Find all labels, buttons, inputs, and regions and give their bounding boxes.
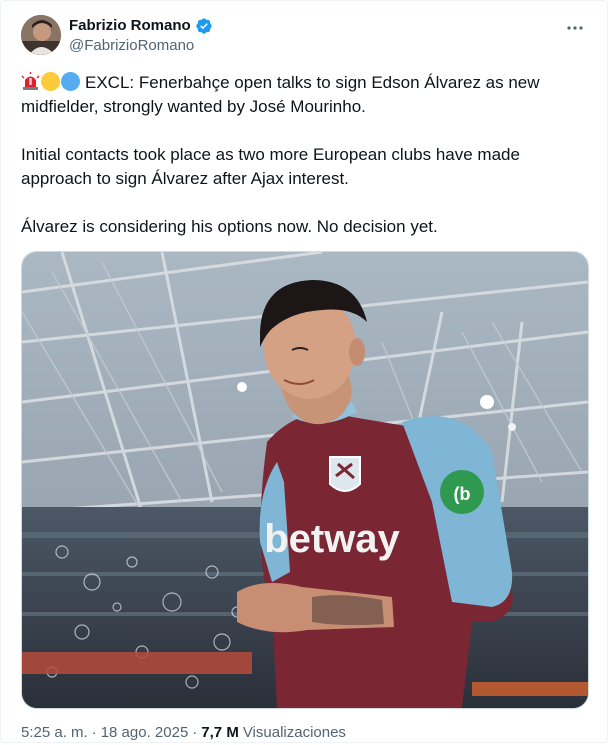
stadium-player-photo: (b betway <box>22 252 588 708</box>
rotating-light-emoji <box>21 72 40 91</box>
tweet-paragraph-3: Álvarez is considering his options now. … <box>21 217 438 236</box>
views-count[interactable]: 7,7 M <box>201 723 239 743</box>
svg-text:(b: (b <box>454 484 471 504</box>
shirt-sponsor-text: betway <box>264 517 400 561</box>
tweet-photo[interactable]: (b betway <box>21 251 589 709</box>
yellow-circle-emoji <box>41 72 60 91</box>
separator: · <box>192 724 198 741</box>
author-name[interactable]: Fabrizio Romano <box>69 16 191 36</box>
tweet-header: Fabrizio Romano @FabrizioRomano <box>21 15 593 59</box>
separator: · <box>91 724 97 741</box>
views-label: Visualizaciones <box>242 724 346 741</box>
tweet-time[interactable]: 5:25 a. m. <box>21 723 88 743</box>
verified-badge-icon <box>195 17 213 35</box>
avatar[interactable] <box>21 15 61 55</box>
tweet-line-1: EXCL: Fenerbahçe open talks to sign Edso… <box>21 73 545 116</box>
tweet-date[interactable]: 18 ago. 2025 <box>101 723 189 743</box>
tweet-text: EXCL: Fenerbahçe open talks to sign Edso… <box>21 71 581 239</box>
more-options-icon[interactable] <box>563 19 587 37</box>
author-info: Fabrizio Romano @FabrizioRomano <box>69 16 213 56</box>
blue-circle-emoji <box>61 72 80 91</box>
tweet-card: Fabrizio Romano @FabrizioRomano EXCL: Fe… <box>0 0 608 743</box>
tweet-paragraph-2: Initial contacts took place as two more … <box>21 145 525 188</box>
author-handle[interactable]: @FabrizioRomano <box>69 36 213 56</box>
tweet-footer: 5:25 a. m. · 18 ago. 2025 · 7,7 M Visual… <box>21 723 346 743</box>
